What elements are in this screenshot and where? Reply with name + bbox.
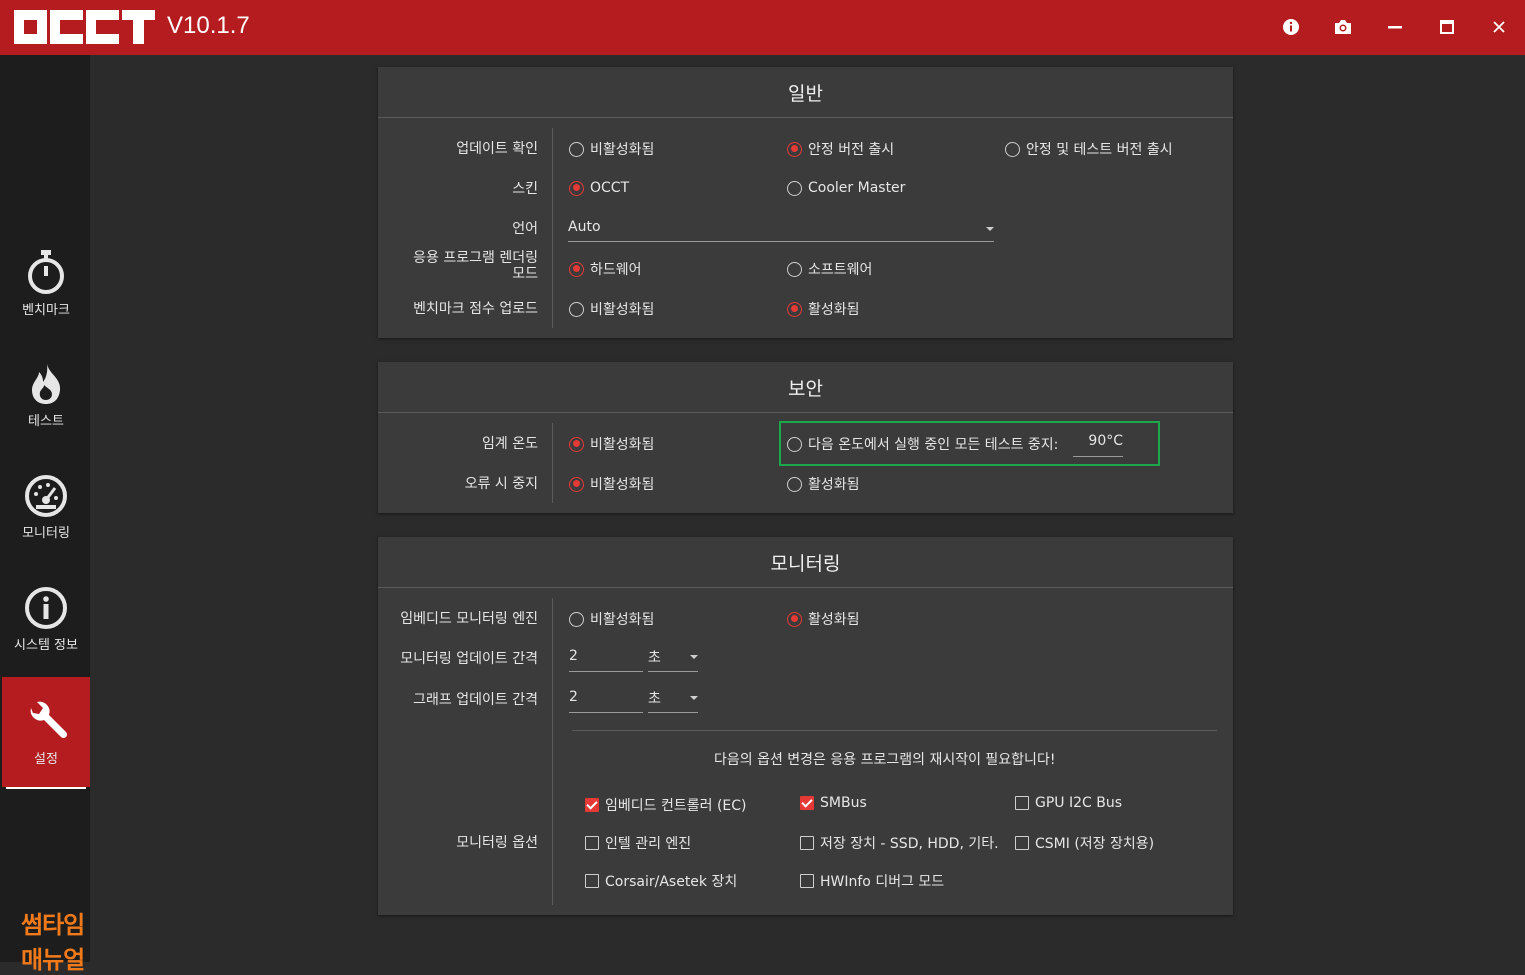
option-embedded-controller-checkbox[interactable]: 임베디드 컨트롤러 (EC) bbox=[585, 795, 747, 815]
sidebar-item-label: 벤치마크 bbox=[22, 302, 70, 318]
critical-temp-disabled-radio[interactable]: 비활성화됨 bbox=[569, 434, 654, 454]
flame-icon bbox=[32, 363, 61, 404]
stop-on-error-enabled-radio[interactable]: 활성화됨 bbox=[787, 474, 860, 494]
wrench-icon bbox=[30, 701, 68, 738]
critical-temp-stop-radio[interactable]: 다음 온도에서 실행 중인 모든 테스트 중지: bbox=[787, 434, 1058, 454]
language-label: 언어 bbox=[512, 221, 538, 237]
update-check-stable-test-radio[interactable]: 안정 및 테스트 버전 출시 bbox=[1005, 139, 1173, 159]
close-icon[interactable] bbox=[1486, 14, 1512, 40]
watermark-text: 썸타임매뉴얼 bbox=[21, 911, 85, 974]
general-panel: 일반 업데이트 확인 비활성화됨 안정 버전 출시 안정 및 테스트 버전 출시… bbox=[378, 67, 1233, 338]
update-check-disabled-radio[interactable]: 비활성화됨 bbox=[569, 139, 654, 159]
sidebar-item-monitoring[interactable]: 모니터링 bbox=[2, 452, 90, 562]
sidebar-item-system-info[interactable]: 시스템 정보 bbox=[2, 564, 90, 674]
skin-label: 스킨 bbox=[512, 181, 538, 197]
stopwatch-icon bbox=[28, 249, 64, 294]
sidebar-item-label: 설정 bbox=[34, 751, 58, 767]
option-corsair-asetek-checkbox[interactable]: Corsair/Asetek 장치 bbox=[585, 871, 737, 891]
embedded-engine-label: 임베디드 모니터링 엔진 bbox=[400, 611, 538, 627]
option-intel-me-checkbox[interactable]: 인텔 관리 엔진 bbox=[585, 833, 691, 853]
graph-interval-unit-select[interactable]: 초 bbox=[648, 688, 698, 713]
graph-interval-input[interactable]: 2 bbox=[569, 689, 643, 713]
chevron-down-icon bbox=[690, 696, 698, 700]
option-storage-checkbox[interactable]: 저장 장치 - SSD, HDD, 기타. bbox=[800, 833, 999, 853]
info-circle-icon bbox=[25, 586, 67, 629]
panel-title: 보안 bbox=[378, 362, 1233, 413]
monitor-interval-unit-select[interactable]: 초 bbox=[648, 647, 698, 672]
benchmark-upload-disabled-radio[interactable]: 비활성화됨 bbox=[569, 299, 654, 319]
option-csmi-checkbox[interactable]: CSMI (저장 장치용) bbox=[1015, 833, 1154, 853]
graph-interval-label: 그래프 업데이트 간격 bbox=[413, 692, 538, 708]
benchmark-upload-enabled-radio[interactable]: 활성화됨 bbox=[787, 299, 860, 319]
gauge-icon bbox=[25, 474, 67, 517]
monitor-interval-input[interactable]: 2 bbox=[569, 648, 643, 672]
sidebar-item-label: 시스템 정보 bbox=[14, 637, 78, 653]
panel-title: 모니터링 bbox=[378, 537, 1233, 588]
occt-logo bbox=[14, 10, 155, 44]
update-check-stable-radio[interactable]: 안정 버전 출시 bbox=[787, 139, 894, 159]
sidebar-item-label: 모니터링 bbox=[22, 525, 70, 541]
maximize-icon[interactable] bbox=[1434, 14, 1460, 40]
chevron-down-icon bbox=[690, 655, 698, 659]
sidebar-item-benchmark[interactable]: 벤치마크 bbox=[2, 228, 90, 338]
stop-on-error-label: 오류 시 중지 bbox=[464, 476, 538, 492]
panel-title: 일반 bbox=[378, 67, 1233, 118]
option-hwinfo-debug-checkbox[interactable]: HWInfo 디버그 모드 bbox=[800, 871, 944, 891]
benchmark-upload-label: 벤치마크 점수 업로드 bbox=[413, 301, 538, 317]
sidebar-item-label: 테스트 bbox=[28, 413, 64, 429]
version-label: V10.1.7 bbox=[167, 12, 250, 39]
minimize-icon[interactable] bbox=[1382, 14, 1408, 40]
info-icon[interactable] bbox=[1278, 14, 1304, 40]
update-check-label: 업데이트 확인 bbox=[456, 141, 538, 157]
monitoring-panel: 모니터링 임베디드 모니터링 엔진 비활성화됨 활성화됨 모니터링 업데이트 간… bbox=[378, 537, 1233, 915]
chevron-down-icon bbox=[986, 227, 994, 231]
embedded-engine-enabled-radio[interactable]: 활성화됨 bbox=[787, 609, 860, 629]
security-panel: 보안 임계 온도 비활성화됨 다음 온도에서 실행 중인 모든 테스트 중지: … bbox=[378, 362, 1233, 513]
skin-occt-radio[interactable]: OCCT bbox=[569, 180, 629, 196]
skin-cooler-master-radio[interactable]: Cooler Master bbox=[787, 180, 905, 196]
render-mode-label: 응용 프로그램 렌더링 모드 bbox=[413, 250, 538, 282]
sidebar-item-test[interactable]: 테스트 bbox=[2, 340, 90, 450]
sidebar: 벤치마크 테스트 모니터링 시스템 정보 설정 썸타임매뉴얼 bbox=[0, 55, 90, 974]
option-gpu-i2c-checkbox[interactable]: GPU I2C Bus bbox=[1015, 795, 1122, 811]
monitor-interval-label: 모니터링 업데이트 간격 bbox=[400, 651, 538, 667]
monitoring-options-label: 모니터링 옵션 bbox=[456, 835, 538, 851]
render-mode-software-radio[interactable]: 소프트웨어 bbox=[787, 259, 872, 279]
language-select[interactable]: Auto bbox=[568, 219, 994, 242]
stop-on-error-disabled-radio[interactable]: 비활성화됨 bbox=[569, 474, 654, 494]
critical-temp-label: 임계 온도 bbox=[482, 436, 538, 452]
title-bar: V10.1.7 bbox=[0, 0, 1525, 55]
render-mode-hardware-radio[interactable]: 하드웨어 bbox=[569, 259, 642, 279]
critical-temp-input[interactable]: 90°C bbox=[1073, 433, 1123, 457]
option-smbus-checkbox[interactable]: SMBus bbox=[800, 795, 867, 811]
camera-icon[interactable] bbox=[1330, 14, 1356, 40]
embedded-engine-disabled-radio[interactable]: 비활성화됨 bbox=[569, 609, 654, 629]
sidebar-item-settings[interactable]: 설정 bbox=[2, 677, 90, 789]
restart-notice: 다음의 옵션 변경은 응용 프로그램의 재시작이 필요합니다! bbox=[714, 752, 1056, 768]
